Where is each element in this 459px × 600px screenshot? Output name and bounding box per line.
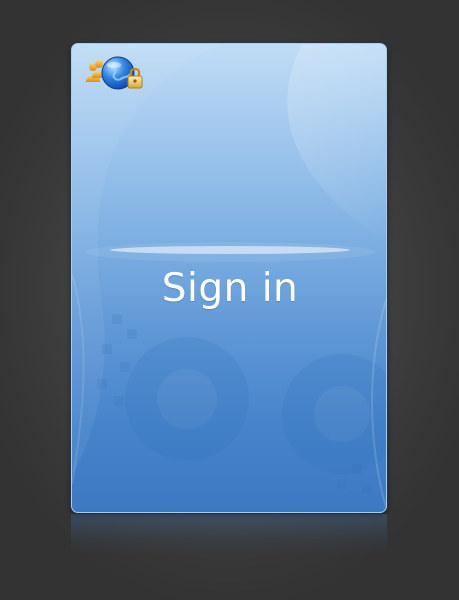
- sign-in-card: Sign in: [71, 43, 387, 513]
- sign-in-heading: Sign in: [161, 266, 299, 311]
- globe-lock-users-icon: [84, 54, 148, 96]
- card-reflection: [71, 514, 387, 554]
